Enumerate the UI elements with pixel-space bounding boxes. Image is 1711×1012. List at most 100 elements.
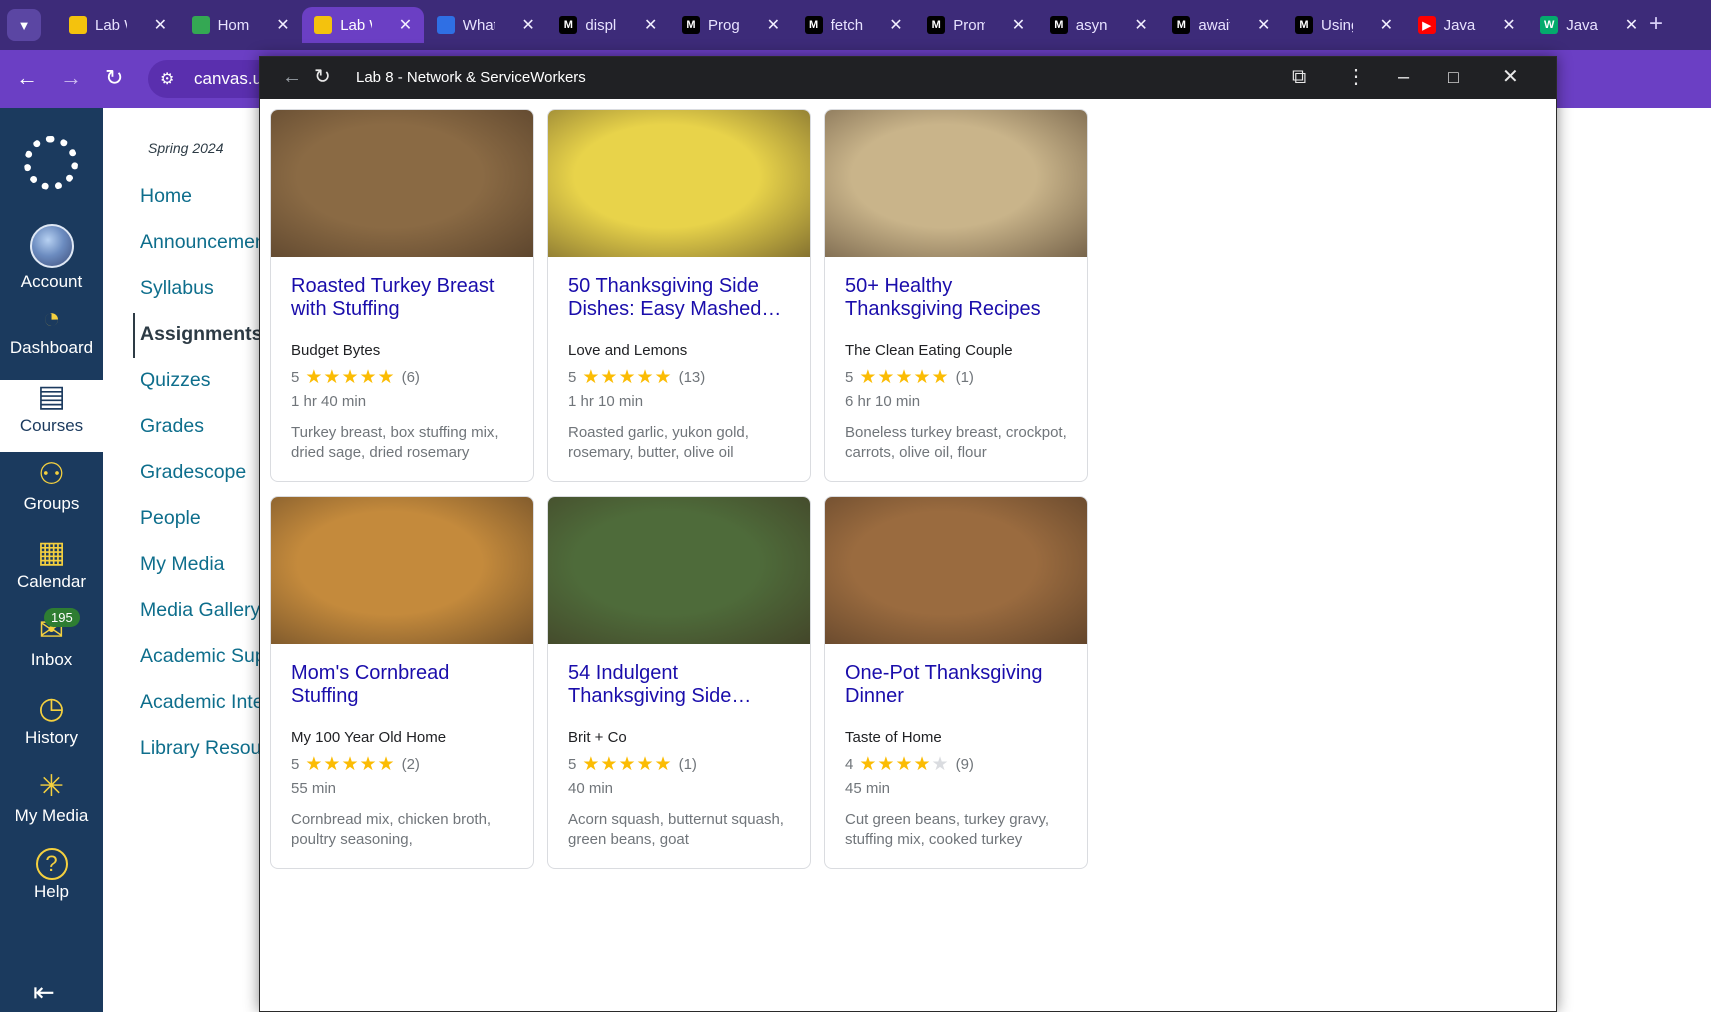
- browser-tab[interactable]: W JavaS ✕: [1528, 7, 1650, 43]
- close-tab-icon[interactable]: ✕: [1134, 15, 1147, 35]
- recipe-title-link[interactable]: Mom's Cornbread Stuffing: [291, 662, 521, 708]
- global-nav-dashboard[interactable]: ◔ Dashboard: [0, 302, 103, 374]
- course-nav-assignments[interactable]: Assignments: [140, 323, 262, 346]
- url-text: canvas.u: [194, 69, 263, 88]
- back-icon[interactable]: ←: [16, 66, 38, 90]
- star-filled-icon: ★: [931, 367, 950, 388]
- close-tab-icon[interactable]: ✕: [1012, 15, 1025, 35]
- recipe-title-link[interactable]: 50 Thanksgiving Side Dishes: Easy Mashed…: [568, 275, 798, 321]
- recipe-card[interactable]: 50+ Healthy Thanksgiving Recipes The Clea…: [824, 109, 1088, 482]
- tab-search-button[interactable]: ▼: [7, 9, 41, 41]
- recipe-image[interactable]: [825, 110, 1087, 257]
- mdn-icon: M: [1295, 16, 1313, 34]
- recipe-card[interactable]: 50 Thanksgiving Side Dishes: Easy Mashed…: [547, 109, 811, 482]
- recipe-image[interactable]: [271, 497, 533, 644]
- course-nav-media-gallery[interactable]: Media Gallery: [140, 599, 260, 622]
- maximize-icon[interactable]: □: [1448, 66, 1459, 88]
- course-nav-home[interactable]: Home: [140, 185, 192, 208]
- recipe-card[interactable]: 54 Indulgent Thanksgiving Side… Brit + Co…: [547, 496, 811, 869]
- more-menu-icon[interactable]: ⋮: [1346, 66, 1366, 88]
- global-nav-inbox[interactable]: ✉ Inbox 195: [0, 608, 103, 686]
- close-tab-icon[interactable]: ✕: [1257, 15, 1270, 35]
- global-nav-label: Help: [34, 882, 69, 901]
- open-in-browser-icon[interactable]: ⧉: [1292, 66, 1306, 88]
- star-filled-icon: ★: [600, 754, 619, 775]
- close-tab-icon[interactable]: ✕: [1380, 15, 1393, 35]
- recipe-card[interactable]: Mom's Cornbread Stuffing My 100 Year Old …: [270, 496, 534, 869]
- canvas-logo[interactable]: [24, 136, 78, 190]
- recipe-image[interactable]: [548, 110, 810, 257]
- course-nav-syllabus[interactable]: Syllabus: [140, 277, 214, 300]
- recipe-image[interactable]: [271, 110, 533, 257]
- global-nav-account[interactable]: Account: [0, 224, 103, 296]
- cook-time: 55 min: [291, 780, 337, 797]
- course-nav-gradescope[interactable]: Gradescope: [140, 461, 246, 484]
- recipe-title-link[interactable]: 54 Indulgent Thanksgiving Side…: [568, 662, 798, 708]
- browser-tab[interactable]: M Prom ✕: [915, 7, 1037, 43]
- tab-title: async: [1075, 16, 1108, 34]
- review-count: (1): [678, 756, 697, 773]
- course-nav-people[interactable]: People: [140, 507, 201, 530]
- recipe-card[interactable]: One-Pot Thanksgiving Dinner Taste of Home…: [824, 496, 1088, 869]
- close-tab-icon[interactable]: ✕: [1502, 15, 1515, 35]
- global-nav-my-media[interactable]: ✳ My Media: [0, 770, 103, 842]
- close-tab-icon[interactable]: ✕: [399, 15, 412, 35]
- recipe-title-text: 50+ Healthy Thanksgiving Recipes: [845, 275, 1041, 320]
- course-nav-quizzes[interactable]: Quizzes: [140, 369, 210, 392]
- recipe-source: My 100 Year Old Home: [291, 729, 447, 746]
- global-nav-groups[interactable]: ⚇ Groups: [0, 458, 103, 530]
- browser-tab[interactable]: M Using ✕: [1283, 7, 1405, 43]
- site-info-icon[interactable]: ⚙: [160, 69, 174, 89]
- close-tab-icon[interactable]: ✕: [644, 15, 657, 35]
- browser-tab[interactable]: Lab W ✕: [57, 7, 179, 43]
- minimize-icon[interactable]: –: [1398, 66, 1409, 88]
- browser-tab[interactable]: Lab W ✕: [302, 7, 425, 43]
- course-nav-grades[interactable]: Grades: [140, 415, 204, 438]
- browser-tab[interactable]: Mawait ✕: [1160, 7, 1282, 43]
- recipe-rating: 4 ★★★★★ (9): [845, 753, 974, 776]
- global-nav-history[interactable]: ◷ History: [0, 692, 103, 764]
- new-tab-button[interactable]: +: [1649, 12, 1663, 36]
- back-icon[interactable]: ←: [282, 66, 302, 88]
- close-tab-icon[interactable]: ✕: [1625, 15, 1638, 35]
- tab-title: JavaS: [1566, 16, 1598, 34]
- star-filled-icon: ★: [323, 367, 342, 388]
- browser-tab[interactable]: What ✕: [425, 7, 547, 43]
- close-icon[interactable]: ✕: [1502, 66, 1519, 88]
- forward-icon[interactable]: →: [60, 66, 82, 90]
- star-filled-icon: ★: [654, 367, 673, 388]
- recipe-image[interactable]: [825, 497, 1087, 644]
- star-filled-icon: ★: [913, 367, 932, 388]
- global-nav-label: Inbox: [30, 650, 73, 669]
- tab-title: Progr: [708, 16, 740, 34]
- recipe-card[interactable]: Roasted Turkey Breast with Stuffing Budge…: [270, 109, 534, 482]
- recipe-image[interactable]: [548, 497, 810, 644]
- w3schools-icon: W: [1540, 16, 1559, 34]
- close-tab-icon[interactable]: ✕: [521, 15, 534, 35]
- recipe-title-link[interactable]: One-Pot Thanksgiving Dinner: [845, 662, 1075, 708]
- browser-tab[interactable]: Masync ✕: [1038, 7, 1160, 43]
- global-nav-label: Groups: [23, 494, 80, 513]
- collapse-nav-icon[interactable]: ⇤: [33, 977, 55, 1008]
- browser-tab[interactable]: Mdispl ✕: [547, 7, 669, 43]
- recipe-title-link[interactable]: Roasted Turkey Breast with Stuffing: [291, 275, 521, 321]
- browser-tab[interactable]: Home ✕: [180, 7, 302, 43]
- recipe-title-link[interactable]: 50+ Healthy Thanksgiving Recipes: [845, 275, 1075, 321]
- close-tab-icon[interactable]: ✕: [154, 15, 167, 35]
- reload-icon[interactable]: ↻: [314, 66, 331, 88]
- popup-window: ← ↻ Lab 8 - Network & ServiceWorkers ⧉ ⋮…: [259, 56, 1557, 1012]
- browser-tab[interactable]: Mfetch ✕: [793, 7, 915, 43]
- browser-tab[interactable]: ▶ JavaS ✕: [1406, 7, 1528, 43]
- global-nav-help[interactable]: ? Help: [0, 848, 103, 920]
- global-nav-calendar[interactable]: ▦ Calendar: [0, 536, 103, 608]
- close-tab-icon[interactable]: ✕: [889, 15, 902, 35]
- close-tab-icon[interactable]: ✕: [276, 15, 289, 35]
- reload-icon[interactable]: ↻: [105, 66, 123, 90]
- groups-icon: ⚇: [38, 458, 65, 491]
- global-nav-courses[interactable]: ▤ Courses: [0, 380, 103, 452]
- youtube-icon: ▶: [1417, 16, 1436, 34]
- close-tab-icon[interactable]: ✕: [767, 15, 780, 35]
- browser-tab[interactable]: M Progr ✕: [670, 7, 792, 43]
- course-nav-my-media[interactable]: My Media: [140, 553, 225, 576]
- recipe-title-text: 50 Thanksgiving Side Dishes: Easy Mashed…: [568, 275, 782, 320]
